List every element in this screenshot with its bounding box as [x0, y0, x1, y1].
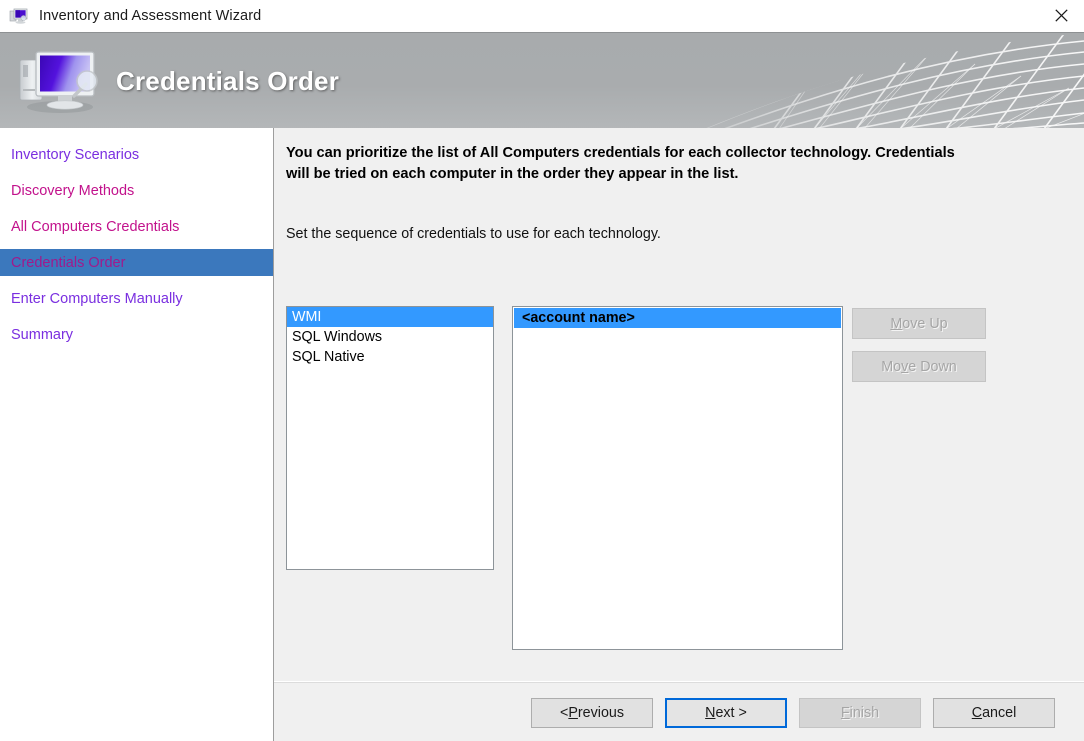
wizard-footer: < Previous Next > Finish Cancel: [274, 683, 1084, 741]
sidebar-item-inventory-scenarios[interactable]: Inventory Scenarios: [0, 141, 273, 168]
wizard-content: You can prioritize the list of All Compu…: [274, 128, 1084, 741]
finish-suffix: inish: [849, 705, 880, 721]
instructions-secondary: Set the sequence of credentials to use f…: [286, 226, 661, 242]
sidebar-item-label: Credentials Order: [11, 254, 126, 271]
close-icon[interactable]: [1039, 0, 1084, 31]
sidebar-item-all-computers-credentials[interactable]: All Computers Credentials: [0, 213, 273, 240]
page-title: Credentials Order: [116, 65, 340, 96]
next-accel: N: [705, 705, 716, 721]
wizard-header: Credentials Order: [0, 32, 1084, 129]
sidebar-item-label: All Computers Credentials: [11, 218, 180, 235]
next-suffix: ext >: [715, 705, 747, 721]
move-down-button[interactable]: Mo v e Down: [852, 351, 986, 382]
wizard-sidebar: Inventory Scenarios Discovery Methods Al…: [0, 128, 274, 741]
decorative-mesh-graphic: [704, 33, 1084, 129]
previous-accel: P: [568, 705, 578, 721]
technology-listbox[interactable]: WMI SQL Windows SQL Native: [286, 306, 494, 570]
sidebar-item-label: Summary: [11, 326, 74, 343]
previous-prefix: <: [560, 705, 569, 721]
window-title: Inventory and Assessment Wizard: [39, 8, 262, 24]
cancel-accel: C: [971, 705, 983, 721]
instructions-primary: You can prioritize the list of All Compu…: [286, 145, 955, 182]
move-down-accel: v: [901, 358, 909, 375]
list-item[interactable]: SQL Native: [287, 347, 493, 367]
sidebar-item-discovery-methods[interactable]: Discovery Methods: [0, 177, 273, 204]
credentials-listbox[interactable]: <account name>: [512, 306, 843, 650]
list-item[interactable]: WMI: [287, 307, 493, 327]
sidebar-item-label: Discovery Methods: [11, 182, 135, 199]
move-up-suffix: ove Up: [902, 315, 948, 332]
list-item[interactable]: SQL Windows: [287, 327, 493, 347]
finish-accel: F: [840, 705, 850, 721]
move-down-prefix: Mo: [881, 358, 902, 375]
wizard-header-icon: [14, 44, 106, 116]
sidebar-item-label: Inventory Scenarios: [11, 146, 140, 163]
move-up-button[interactable]: Move Up: [852, 308, 986, 339]
finish-button[interactable]: Finish: [799, 698, 921, 728]
sidebar-item-credentials-order[interactable]: Credentials Order: [0, 249, 273, 276]
sidebar-item-label: Enter Computers Manually: [11, 290, 183, 307]
move-up-accel: M: [890, 315, 903, 332]
move-down-suffix: e Down: [908, 358, 957, 375]
computer-monitor-icon: [9, 6, 29, 26]
sidebar-item-enter-computers-manually[interactable]: Enter Computers Manually: [0, 285, 273, 312]
list-item[interactable]: <account name>: [514, 308, 841, 328]
cancel-button[interactable]: Cancel: [933, 698, 1055, 728]
previous-button[interactable]: < Previous: [531, 698, 653, 728]
sidebar-item-summary[interactable]: Summary: [0, 321, 273, 348]
title-bar: Inventory and Assessment Wizard: [0, 0, 1084, 32]
next-button[interactable]: Next >: [665, 698, 787, 728]
cancel-suffix: ancel: [982, 705, 1017, 721]
previous-suffix: revious: [577, 705, 624, 721]
